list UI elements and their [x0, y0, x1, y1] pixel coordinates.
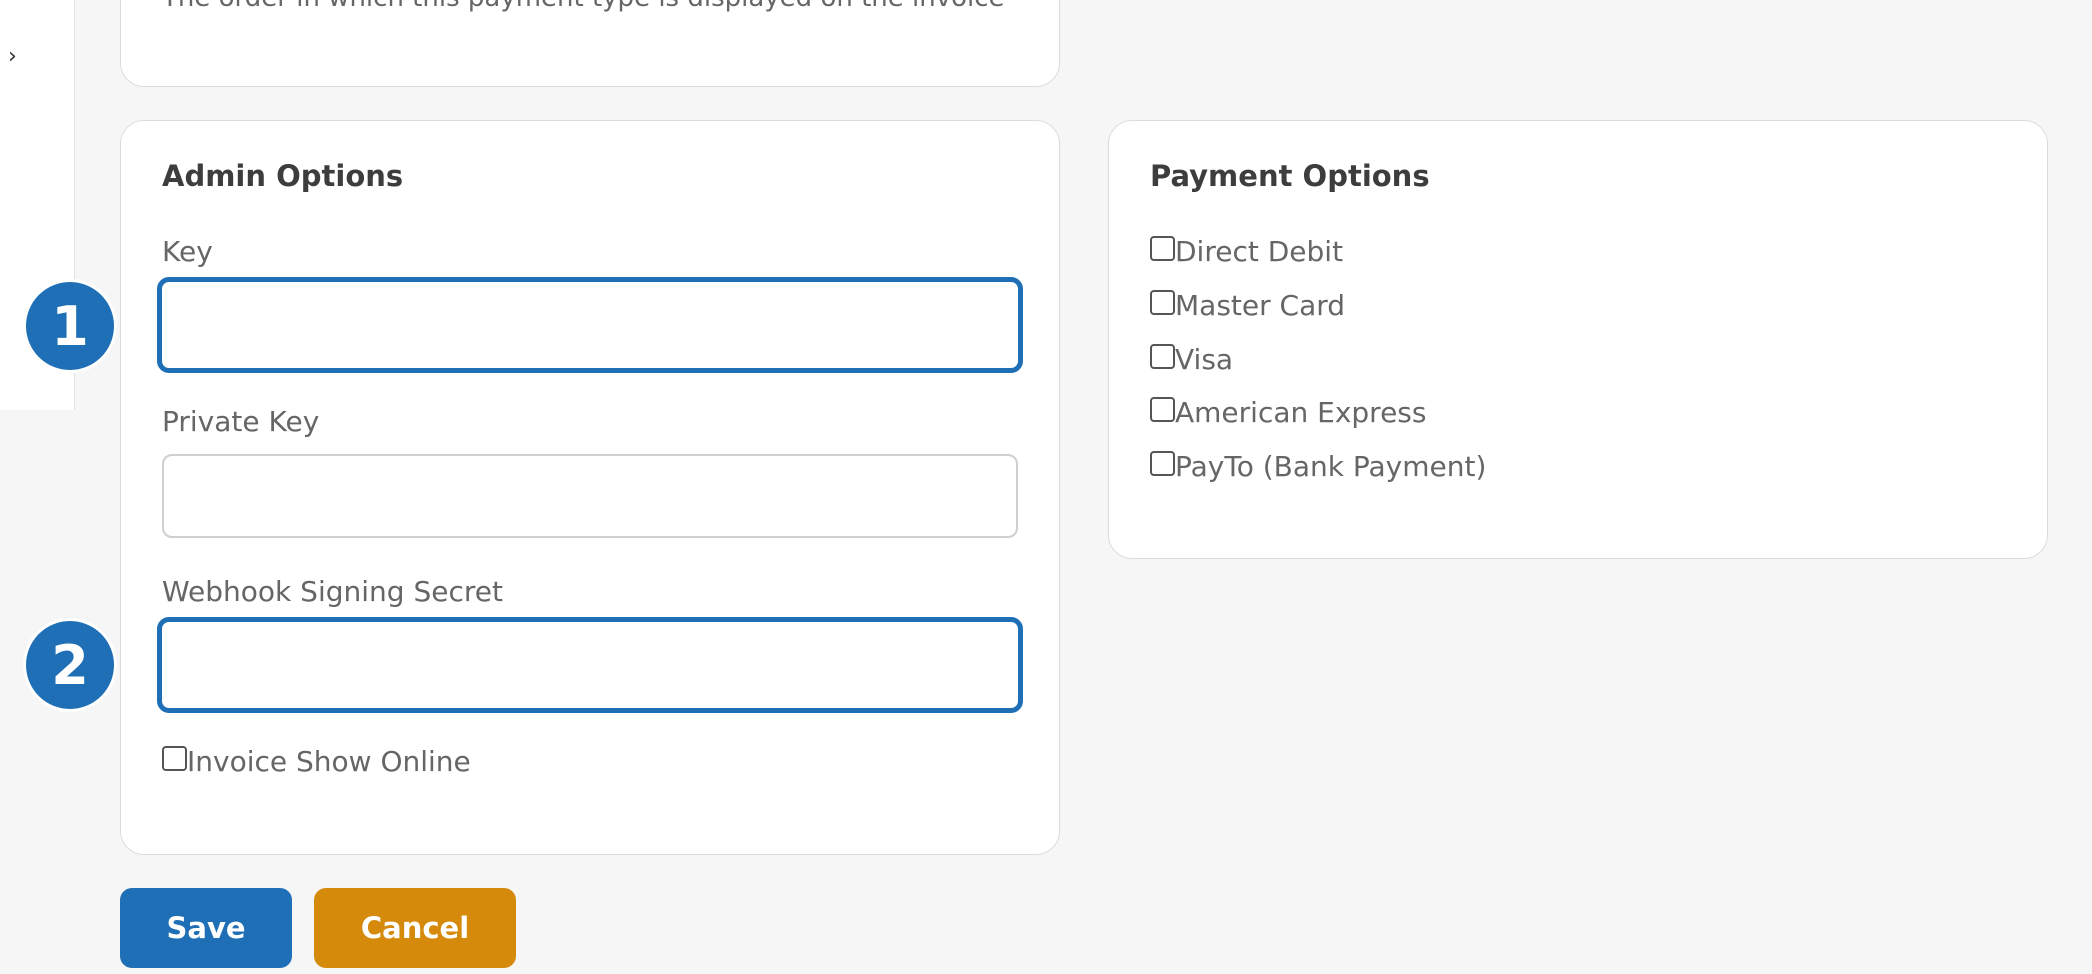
payto-label: PayTo (Bank Payment) — [1175, 450, 1487, 483]
private-key-input[interactable] — [162, 454, 1018, 538]
key-label: Key — [162, 235, 213, 268]
webhook-signing-secret-label: Webhook Signing Secret — [162, 575, 503, 608]
payto-checkbox[interactable] — [1150, 451, 1175, 476]
payment-option-visa[interactable]: Visa — [1150, 343, 1233, 376]
annotation-badge-2: 2 — [23, 618, 117, 712]
sort-order-card: The order in which this payment type is … — [120, 0, 1060, 87]
cancel-button[interactable]: Cancel — [314, 888, 516, 968]
save-button[interactable]: Save — [120, 888, 292, 968]
chevron-right-icon[interactable]: › — [8, 44, 17, 69]
webhook-signing-secret-input[interactable] — [157, 617, 1023, 713]
american-express-label: American Express — [1175, 396, 1427, 429]
direct-debit-label: Direct Debit — [1175, 235, 1344, 268]
visa-checkbox[interactable] — [1150, 344, 1175, 369]
payment-options-card: Payment Options Direct Debit Master Card… — [1108, 120, 2048, 559]
payment-option-american-express[interactable]: American Express — [1150, 396, 1426, 429]
direct-debit-checkbox[interactable] — [1150, 236, 1175, 261]
american-express-checkbox[interactable] — [1150, 397, 1175, 422]
payment-options-title: Payment Options — [1150, 159, 1430, 193]
master-card-checkbox[interactable] — [1150, 290, 1175, 315]
key-input[interactable] — [157, 277, 1023, 373]
payment-option-payto[interactable]: PayTo (Bank Payment) — [1150, 450, 1486, 483]
admin-options-card: Admin Options Key Private Key Webhook Si… — [120, 120, 1060, 855]
private-key-label: Private Key — [162, 405, 320, 438]
master-card-label: Master Card — [1175, 289, 1346, 322]
admin-options-title: Admin Options — [162, 159, 404, 193]
sort-order-description: The order in which this payment type is … — [162, 0, 1005, 13]
visa-label: Visa — [1175, 343, 1234, 376]
invoice-show-online-checkbox-row[interactable]: Invoice Show Online — [162, 745, 471, 778]
invoice-show-online-label: Invoice Show Online — [187, 745, 471, 778]
invoice-show-online-checkbox[interactable] — [162, 746, 187, 771]
payment-option-master-card[interactable]: Master Card — [1150, 289, 1345, 322]
payment-option-direct-debit[interactable]: Direct Debit — [1150, 235, 1343, 268]
annotation-badge-1: 1 — [23, 279, 117, 373]
